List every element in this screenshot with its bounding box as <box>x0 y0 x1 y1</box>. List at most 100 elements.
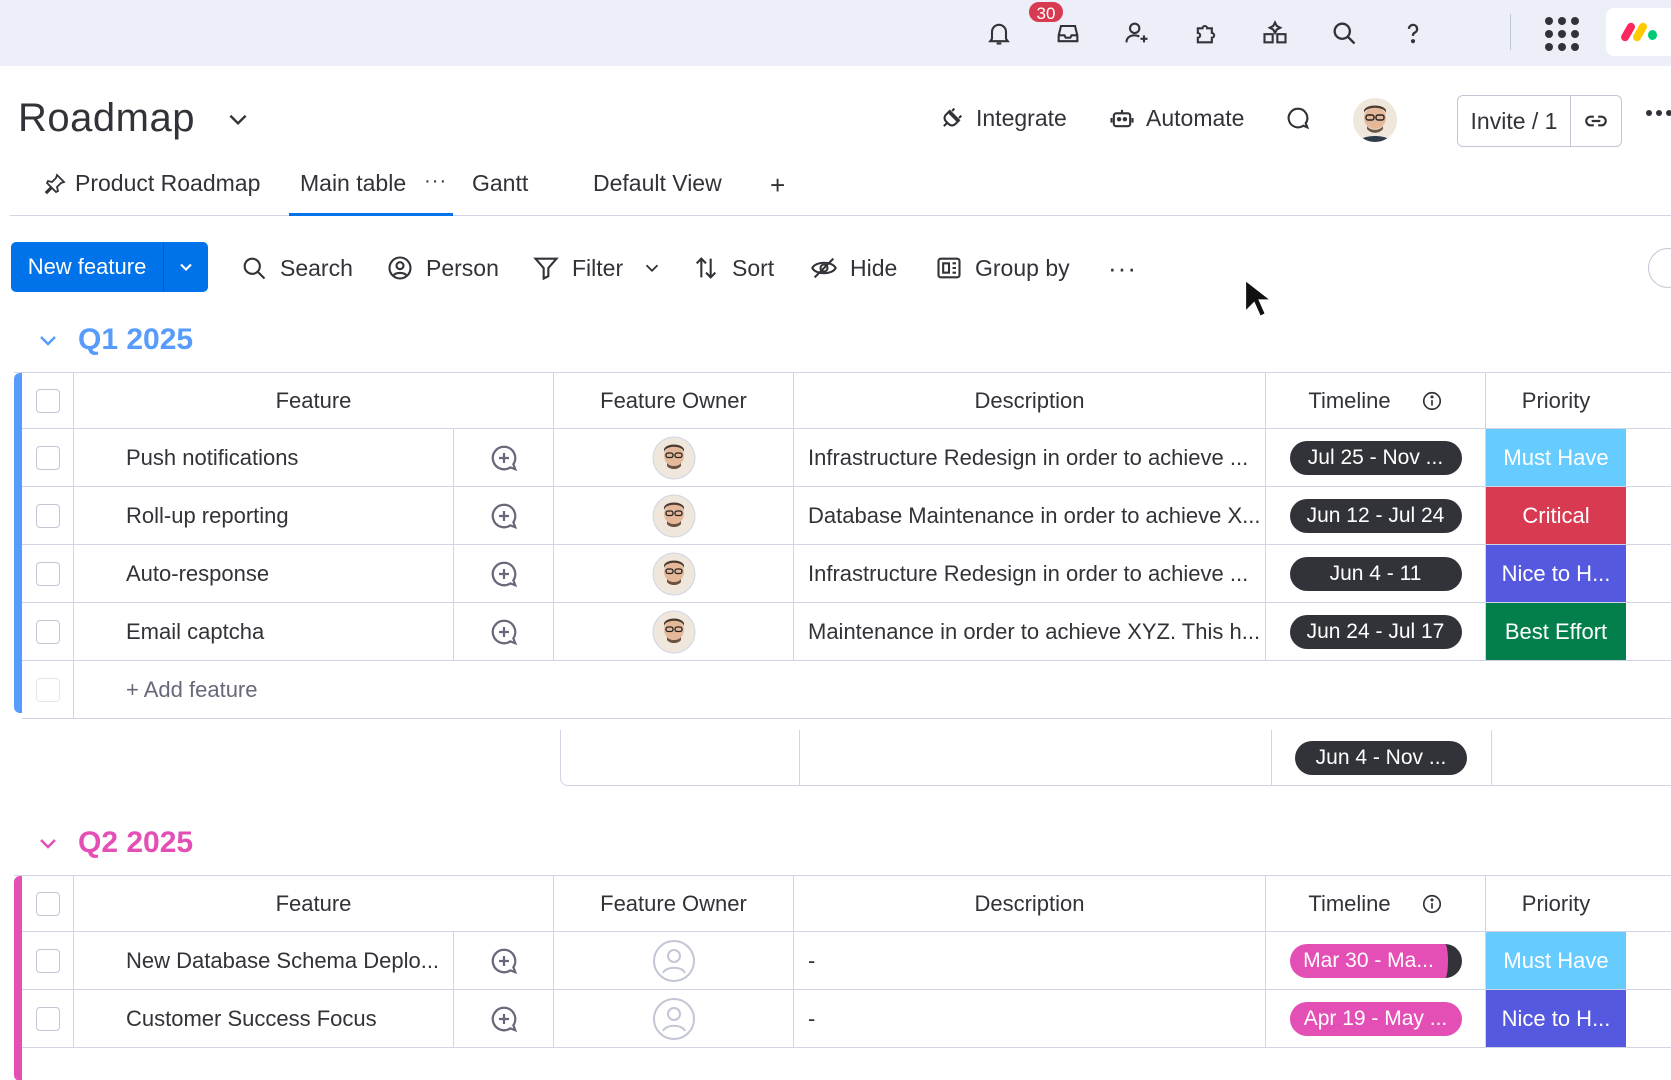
add-update-button[interactable] <box>454 487 554 544</box>
new-item-button[interactable]: New feature <box>11 242 164 292</box>
row-checkbox[interactable] <box>35 619 60 644</box>
board-more-icon[interactable] <box>1646 110 1671 116</box>
invite-button[interactable]: Invite / 1 <box>1458 96 1571 146</box>
description-cell[interactable]: Infrastructure Redesign in order to achi… <box>794 545 1266 602</box>
chevron-down-icon[interactable] <box>36 328 60 352</box>
new-item-dropdown[interactable] <box>164 242 208 292</box>
timeline-cell[interactable]: Jun 12 - Jul 24 <box>1266 487 1486 544</box>
timeline-cell[interactable]: Jul 25 - Nov ... <box>1266 429 1486 486</box>
timeline-cell[interactable]: Mar 30 - Ma... <box>1266 932 1486 989</box>
feature-name[interactable]: Push notifications <box>74 429 454 486</box>
column-header-owner[interactable]: Feature Owner <box>554 373 794 428</box>
owner-cell[interactable] <box>554 429 794 486</box>
info-icon[interactable] <box>1421 390 1443 412</box>
column-header-description[interactable]: Description <box>794 373 1266 428</box>
chevron-down-icon[interactable] <box>641 257 663 279</box>
sort-button[interactable]: Sort <box>692 248 774 288</box>
feature-name[interactable]: New Database Schema Deplo... <box>74 932 454 989</box>
info-icon[interactable] <box>1421 893 1443 915</box>
column-header-priority[interactable]: Priority <box>1486 876 1626 931</box>
add-update-button[interactable] <box>454 603 554 660</box>
priority-cell[interactable]: Critical <box>1486 487 1626 544</box>
group-header[interactable]: Q2 2025 <box>36 823 193 863</box>
bell-icon[interactable] <box>979 13 1019 53</box>
inbox-icon[interactable] <box>1048 13 1088 53</box>
timeline-cell[interactable]: Apr 19 - May ... <box>1266 990 1486 1047</box>
tab-default-view[interactable]: Default View <box>593 170 722 216</box>
help-icon[interactable] <box>1393 13 1433 53</box>
select-all-checkbox[interactable] <box>35 388 60 413</box>
description-cell[interactable]: - <box>794 932 1266 989</box>
add-update-button[interactable] <box>454 932 554 989</box>
row-checkbox[interactable] <box>35 948 60 973</box>
automate-button[interactable]: Automate <box>1108 96 1244 140</box>
group-title[interactable]: Q2 2025 <box>78 826 193 860</box>
description-cell[interactable]: Database Maintenance in order to achieve… <box>794 487 1266 544</box>
table-row[interactable]: Roll-up reporting Database Maintenance i… <box>22 487 1671 545</box>
add-view-button[interactable]: + <box>770 170 785 216</box>
timeline-cell[interactable]: Jun 4 - 11 <box>1266 545 1486 602</box>
toolbar-more-icon[interactable]: ··· <box>1108 248 1137 288</box>
feature-name[interactable]: Email captcha <box>74 603 454 660</box>
description-cell[interactable]: Maintenance in order to achieve XYZ. Thi… <box>794 603 1266 660</box>
owner-cell[interactable] <box>554 487 794 544</box>
add-item-label[interactable]: + Add feature <box>74 661 674 718</box>
owner-cell[interactable] <box>554 990 794 1047</box>
collapse-header-button[interactable] <box>1648 248 1671 288</box>
table-row[interactable]: New Database Schema Deplo... - Mar 30 - … <box>22 932 1671 990</box>
filter-button[interactable]: Filter <box>532 248 663 288</box>
tab-more-icon[interactable]: ··· <box>424 170 447 193</box>
add-update-button[interactable] <box>454 990 554 1047</box>
priority-cell[interactable]: Best Effort <box>1486 603 1626 660</box>
description-cell[interactable]: Infrastructure Redesign in order to achi… <box>794 429 1266 486</box>
board-title[interactable]: Roadmap <box>18 96 195 141</box>
owner-cell[interactable] <box>554 545 794 602</box>
row-checkbox[interactable] <box>35 503 60 528</box>
row-checkbox[interactable] <box>35 561 60 586</box>
priority-cell[interactable]: Nice to H... <box>1486 990 1626 1047</box>
updates-button[interactable] <box>1284 96 1312 140</box>
search-button[interactable]: Search <box>240 248 353 288</box>
copy-link-button[interactable] <box>1571 96 1621 146</box>
apps-puzzle-icon[interactable] <box>1186 13 1226 53</box>
table-row[interactable]: Auto-response Infrastructure Redesign in… <box>22 545 1671 603</box>
table-row[interactable]: Push notifications Infrastructure Redesi… <box>22 429 1671 487</box>
chevron-down-icon[interactable] <box>225 106 251 132</box>
tab-gantt[interactable]: Gantt <box>472 170 528 216</box>
feature-name[interactable]: Customer Success Focus <box>74 990 454 1047</box>
priority-cell[interactable]: Must Have <box>1486 932 1626 989</box>
priority-cell[interactable]: Must Have <box>1486 429 1626 486</box>
group-header[interactable]: Q1 2025 <box>36 320 193 360</box>
add-item-row[interactable]: + Add feature <box>22 661 1671 719</box>
select-all-checkbox[interactable] <box>35 891 60 916</box>
invite-members-icon[interactable] <box>1117 13 1157 53</box>
column-header-timeline[interactable]: Timeline <box>1266 876 1486 931</box>
column-header-owner[interactable]: Feature Owner <box>554 876 794 931</box>
tab-main-table[interactable]: Main table ··· <box>289 170 453 216</box>
column-header-feature[interactable]: Feature <box>74 876 554 931</box>
add-update-button[interactable] <box>454 429 554 486</box>
summary-timeline-cell[interactable]: Jun 4 - Nov ... <box>1295 741 1467 775</box>
sparkle-boxes-icon[interactable] <box>1255 13 1295 53</box>
chevron-down-icon[interactable] <box>36 831 60 855</box>
search-icon[interactable] <box>1324 13 1364 53</box>
table-row[interactable]: Email captcha Maintenance in order to ac… <box>22 603 1671 661</box>
owner-cell[interactable] <box>554 603 794 660</box>
add-update-button[interactable] <box>454 545 554 602</box>
description-cell[interactable]: - <box>794 990 1266 1047</box>
timeline-cell[interactable]: Jun 24 - Jul 17 <box>1266 603 1486 660</box>
column-header-description[interactable]: Description <box>794 876 1266 931</box>
column-header-timeline[interactable]: Timeline <box>1266 373 1486 428</box>
priority-cell[interactable]: Nice to H... <box>1486 545 1626 602</box>
table-row[interactable]: Customer Success Focus - Apr 19 - May ..… <box>22 990 1671 1048</box>
feature-name[interactable]: Roll-up reporting <box>74 487 454 544</box>
row-checkbox[interactable] <box>35 1006 60 1031</box>
tab-product-roadmap[interactable]: Product Roadmap <box>43 170 260 216</box>
group-title[interactable]: Q1 2025 <box>78 323 193 357</box>
column-header-priority[interactable]: Priority <box>1486 373 1626 428</box>
row-checkbox[interactable] <box>35 445 60 470</box>
integrate-button[interactable]: Integrate <box>938 96 1067 140</box>
owner-cell[interactable] <box>554 932 794 989</box>
user-avatar[interactable] <box>1353 98 1397 142</box>
column-header-feature[interactable]: Feature <box>74 373 554 428</box>
